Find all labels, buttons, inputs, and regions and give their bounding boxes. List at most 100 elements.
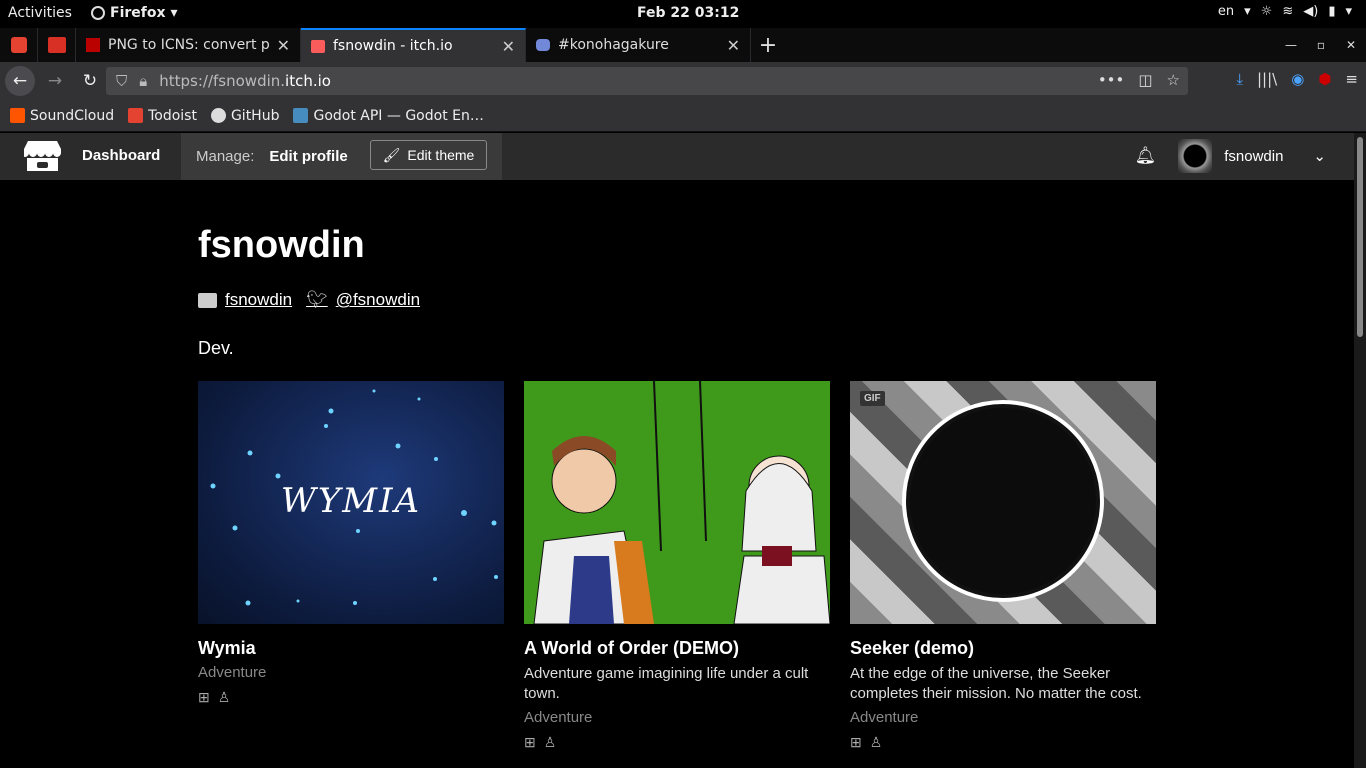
game-cover[interactable] [524, 381, 830, 624]
tab-png-to-icns[interactable]: PNG to ICNS: convert png ✕ [76, 28, 301, 62]
profile-bio: Dev. [198, 338, 234, 358]
url-text: https://fsnowdin.itch.io [159, 72, 331, 90]
dashboard-link[interactable]: Dashboard [82, 147, 160, 164]
scrollbar[interactable] [1354, 133, 1366, 768]
bookmark-todoist[interactable]: Todoist [128, 108, 197, 124]
converter-icon [86, 38, 100, 52]
close-icon[interactable]: ✕ [277, 36, 290, 55]
volume-icon: ◀) [1303, 4, 1319, 19]
bookmark-label: SoundCloud [30, 107, 115, 124]
new-tab-button[interactable]: + [751, 28, 785, 62]
chevron-down-icon[interactable]: ⌄ [1313, 147, 1326, 165]
pinned-tab-todoist[interactable] [0, 28, 38, 62]
linux-icon: ♙ [217, 689, 231, 705]
close-icon[interactable]: ✕ [727, 36, 740, 55]
brush-icon: 🖌︎ [382, 146, 401, 163]
extension-icon[interactable]: ◉ [1291, 70, 1304, 88]
mail-icon [47, 37, 66, 53]
user-menu[interactable]: 🔔︎ fsnowdin ⌄ [1135, 139, 1326, 173]
pocket-icon[interactable]: ◫ [1138, 71, 1152, 89]
twitter-link-label: @fsnowdin [335, 290, 421, 309]
platform-icons: ⊞ ♙ [524, 734, 830, 751]
language-indicator[interactable]: en [1218, 4, 1234, 19]
game-card[interactable]: WYMIA Wymia Adventure ⊞ ♙ [198, 381, 504, 751]
url-host: itch.io [285, 72, 331, 90]
edit-theme-label: Edit theme [407, 147, 475, 163]
discord-icon [536, 39, 550, 51]
app-menu[interactable]: Firefox ▾ [91, 5, 178, 21]
window-controls: — ▫ ✕ [1276, 28, 1366, 62]
bookmark-label: Godot API — Godot En… [313, 107, 484, 124]
edit-profile-link[interactable]: Edit profile [269, 148, 347, 165]
bell-icon[interactable]: 🔔︎ [1135, 146, 1157, 166]
cover-art [533, 381, 830, 624]
game-cover[interactable]: WYMIA [198, 381, 504, 624]
chevron-down-icon: ▾ [1244, 4, 1251, 19]
game-genre: Adventure [524, 709, 593, 726]
reload-button[interactable]: ↻ [75, 66, 105, 96]
download-icon[interactable]: ⤓ [1236, 70, 1243, 88]
scrollbar-thumb[interactable] [1357, 137, 1363, 337]
tab-title: #konohagakure [558, 37, 669, 53]
game-card[interactable]: GIF Seeker (demo) At the edge of the uni… [850, 381, 1156, 751]
twitter-link[interactable]: 🐦︎ @fsnowdin [306, 290, 420, 310]
edit-theme-button[interactable]: 🖌︎ Edit theme [370, 140, 487, 170]
cover-title: WYMIA [280, 481, 422, 521]
bookmark-star-icon[interactable]: ☆ [1167, 71, 1180, 89]
game-genre: Adventure [850, 709, 919, 726]
firefox-icon [91, 6, 105, 20]
game-grid: WYMIA Wymia Adventure ⊞ ♙ A World of Ord… [198, 381, 1156, 751]
itch-logo-icon[interactable] [24, 139, 61, 173]
itch-header: Dashboard Manage: Edit profile 🖌︎ Edit t… [0, 133, 1354, 180]
game-card[interactable]: A World of Order (DEMO) Adventure game i… [524, 381, 830, 751]
windows-icon: ⊞ [850, 734, 862, 750]
tab-title: fsnowdin - itch.io [333, 38, 453, 54]
itch-icon [311, 39, 325, 53]
itch-link-label: fsnowdin [225, 290, 293, 309]
game-description: Adventure game imagining life under a cu… [524, 665, 809, 702]
game-title[interactable]: Seeker (demo) [850, 638, 1156, 659]
lock-icon[interactable]: 🔒︎ [139, 72, 147, 90]
bookmark-label: Todoist [148, 107, 197, 124]
library-icon[interactable]: |||\ [1257, 70, 1277, 88]
gnome-top-bar: Activities Firefox ▾ Feb 22 03:12 en ▾ ☼… [0, 0, 1366, 28]
minimize-button[interactable]: — [1276, 38, 1306, 52]
tab-itch-io[interactable]: fsnowdin - itch.io ✕ [301, 28, 526, 62]
page-actions-icon[interactable]: ••• [1098, 71, 1125, 89]
battery-icon: ▮ [1328, 4, 1336, 19]
wifi-icon: ≋ [1282, 4, 1294, 19]
profile-name: fsnowdin [198, 224, 365, 266]
clock[interactable]: Feb 22 03:12 [637, 5, 739, 21]
game-cover[interactable]: GIF [850, 381, 1156, 624]
profile-links: fsnowdin 🐦︎ @fsnowdin [198, 290, 420, 310]
back-button[interactable]: ← [5, 66, 35, 96]
tab-title: PNG to ICNS: convert png [108, 37, 269, 53]
ublock-icon[interactable]: ⬢ [1318, 70, 1331, 88]
gif-badge: GIF [860, 391, 885, 406]
bookmark-godot[interactable]: Godot API — Godot En… [293, 107, 484, 124]
username[interactable]: fsnowdin [1224, 148, 1283, 165]
tab-discord[interactable]: #konohagakure ✕ [526, 28, 751, 62]
bookmark-soundcloud[interactable]: SoundCloud [10, 108, 114, 124]
game-title[interactable]: Wymia [198, 638, 504, 659]
url-bar[interactable]: ⛉ 🔒︎ https://fsnowdin.itch.io ••• ◫ ☆ [106, 67, 1188, 95]
linux-icon: ♙ [543, 734, 557, 750]
linux-icon: ♙ [869, 734, 883, 750]
shield-icon[interactable]: ⛉ [116, 72, 127, 90]
itch-profile-link[interactable]: fsnowdin [198, 290, 292, 310]
maximize-button[interactable]: ▫ [1306, 38, 1336, 52]
bookmark-label: GitHub [230, 107, 280, 124]
close-icon[interactable]: ✕ [502, 37, 515, 56]
avatar[interactable] [1178, 139, 1213, 173]
close-window-button[interactable]: ✕ [1336, 38, 1366, 52]
activities-button[interactable]: Activities [8, 5, 72, 21]
bookmark-github[interactable]: GitHub [210, 107, 280, 124]
game-title[interactable]: A World of Order (DEMO) [524, 638, 830, 659]
url-prefix: https://fsnowdin. [159, 72, 286, 90]
game-description: At the edge of the universe, the Seeker … [850, 665, 1142, 702]
forward-button[interactable]: → [40, 66, 70, 96]
brightness-icon: ☼ [1260, 4, 1273, 19]
pinned-tab-gmail[interactable] [38, 28, 76, 62]
system-tray[interactable]: en ▾ ☼ ≋ ◀) ▮ ▾ [1218, 4, 1352, 19]
menu-icon[interactable]: ≡ [1345, 70, 1358, 88]
